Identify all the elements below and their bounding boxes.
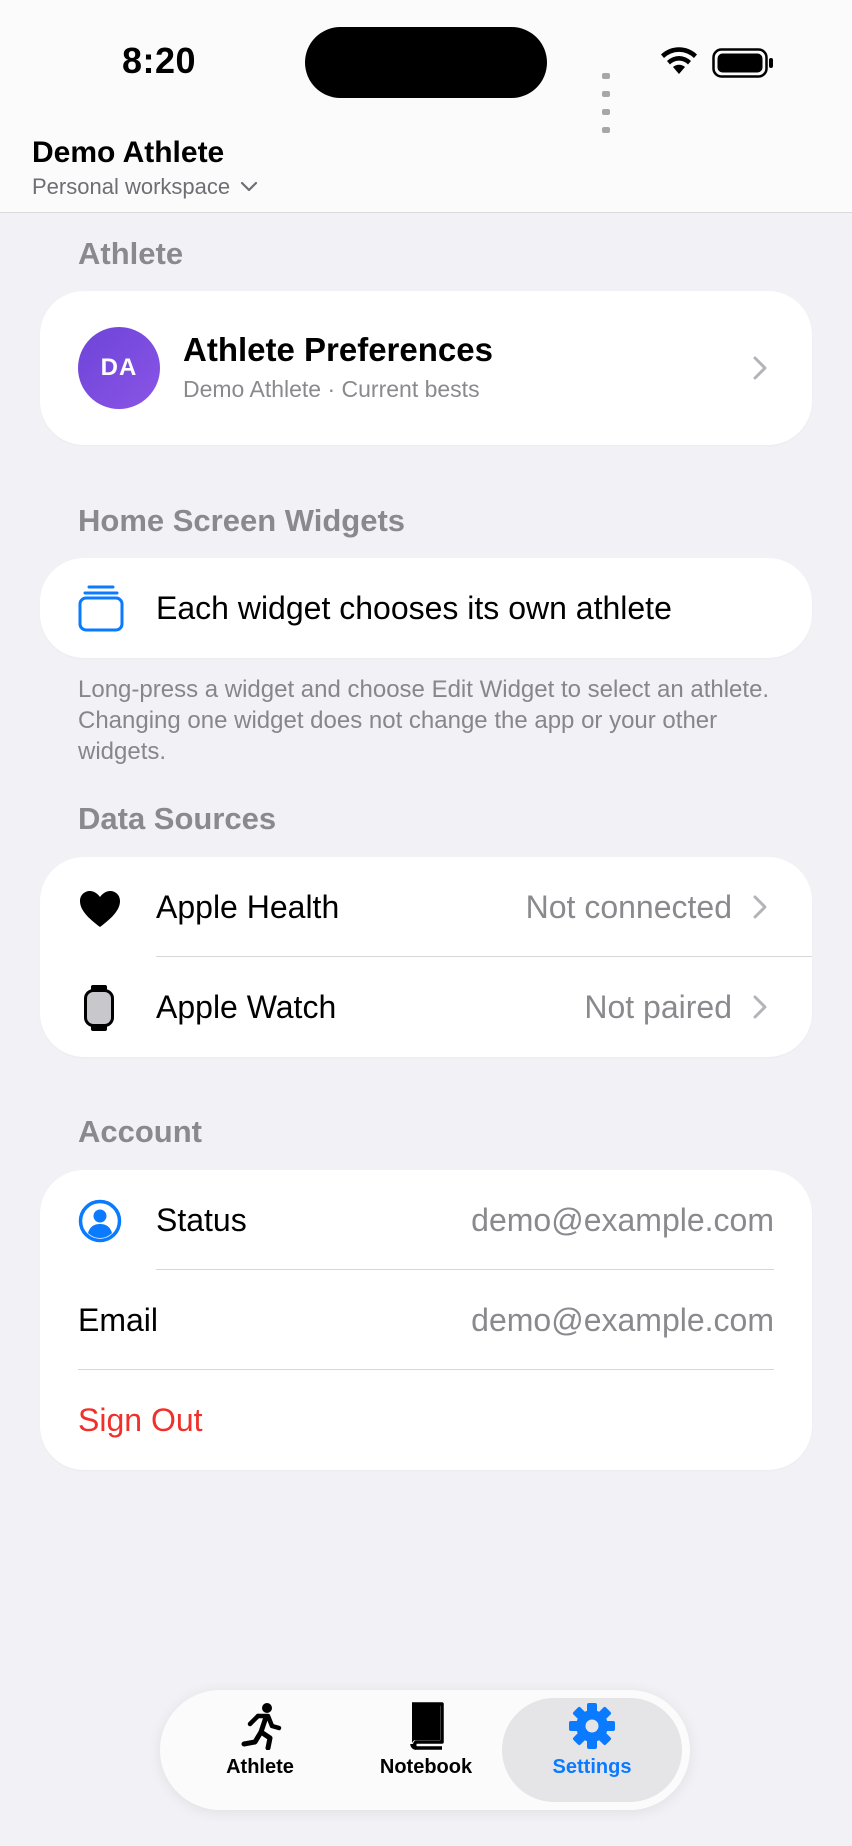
athlete-preferences-card[interactable]: DA Athlete Preferences Demo Athlete · Cu… xyxy=(40,291,812,445)
status-value: demo@example.com xyxy=(471,1202,774,1238)
tab-notebook[interactable]: Notebook xyxy=(346,1702,506,1802)
email-value: demo@example.com xyxy=(471,1302,774,1338)
sign-out-button[interactable]: Sign Out xyxy=(78,1402,203,1439)
book-icon xyxy=(410,1702,444,1750)
apple-watch-label: Apple Watch xyxy=(156,989,337,1025)
status-label: Status xyxy=(156,1202,247,1238)
athlete-preferences-title: Athlete Preferences xyxy=(183,331,493,368)
workspace-label: Personal workspace xyxy=(32,174,231,199)
battery-icon xyxy=(712,48,773,78)
chevron-down-icon xyxy=(241,181,258,192)
status-time: 8:20 xyxy=(122,40,197,81)
chevron-right-icon xyxy=(753,995,767,1019)
tab-athlete-label: Athlete xyxy=(226,1756,294,1778)
tab-athlete[interactable]: Athlete xyxy=(180,1702,340,1802)
chevron-right-icon xyxy=(753,356,767,380)
runner-icon xyxy=(241,1703,282,1750)
workspace-switcher[interactable]: Personal workspace xyxy=(32,174,258,200)
tab-settings[interactable]: Settings xyxy=(512,1702,672,1802)
avatar: DA xyxy=(78,327,160,409)
section-label-data-sources: Data Sources xyxy=(78,801,277,836)
section-label-athlete: Athlete xyxy=(78,236,184,271)
divider xyxy=(78,1369,774,1370)
heart-icon xyxy=(80,891,120,927)
section-label-account: Account xyxy=(78,1114,202,1149)
widgets-row-label: Each widget chooses its own athlete xyxy=(156,590,672,626)
widgets-footnote: Long-press a widget and choose Edit Widg… xyxy=(78,676,770,765)
gear-icon xyxy=(569,1703,615,1749)
watch-icon xyxy=(84,985,114,1031)
apple-watch-status: Not paired xyxy=(584,989,732,1025)
person-circle-icon xyxy=(78,1199,122,1243)
athlete-preferences-subtitle: Demo Athlete · Current bests xyxy=(183,376,480,402)
wifi-icon xyxy=(661,47,697,74)
dynamic-island xyxy=(305,27,547,98)
cellular-signal-icon xyxy=(602,66,613,138)
apple-health-label: Apple Health xyxy=(156,889,340,925)
data-sources-card: Apple Health Not connected Apple Watch N… xyxy=(40,857,812,1057)
widgets-card: Each widget chooses its own athlete xyxy=(40,558,812,658)
section-label-widgets: Home Screen Widgets xyxy=(78,503,406,538)
apple-health-row[interactable]: Apple Health Not connected xyxy=(40,857,812,957)
chevron-right-icon xyxy=(753,895,767,919)
athlete-name-title[interactable]: Demo Athlete xyxy=(32,136,224,170)
account-card: Status demo@example.com Email demo@examp… xyxy=(40,1170,812,1470)
tab-notebook-label: Notebook xyxy=(379,1756,473,1778)
account-email-row: Email demo@example.com xyxy=(40,1270,812,1370)
tab-settings-label: Settings xyxy=(552,1756,632,1778)
email-label: Email xyxy=(78,1302,159,1338)
apple-health-status: Not connected xyxy=(525,889,732,925)
account-status-row: Status demo@example.com xyxy=(40,1170,812,1270)
top-bar: 8:20 Demo Athlete Personal workspace xyxy=(0,0,852,213)
widget-stack-icon xyxy=(78,585,124,632)
apple-watch-row[interactable]: Apple Watch Not paired xyxy=(40,957,812,1057)
tab-bar: Athlete Notebook Settings xyxy=(160,1690,690,1810)
